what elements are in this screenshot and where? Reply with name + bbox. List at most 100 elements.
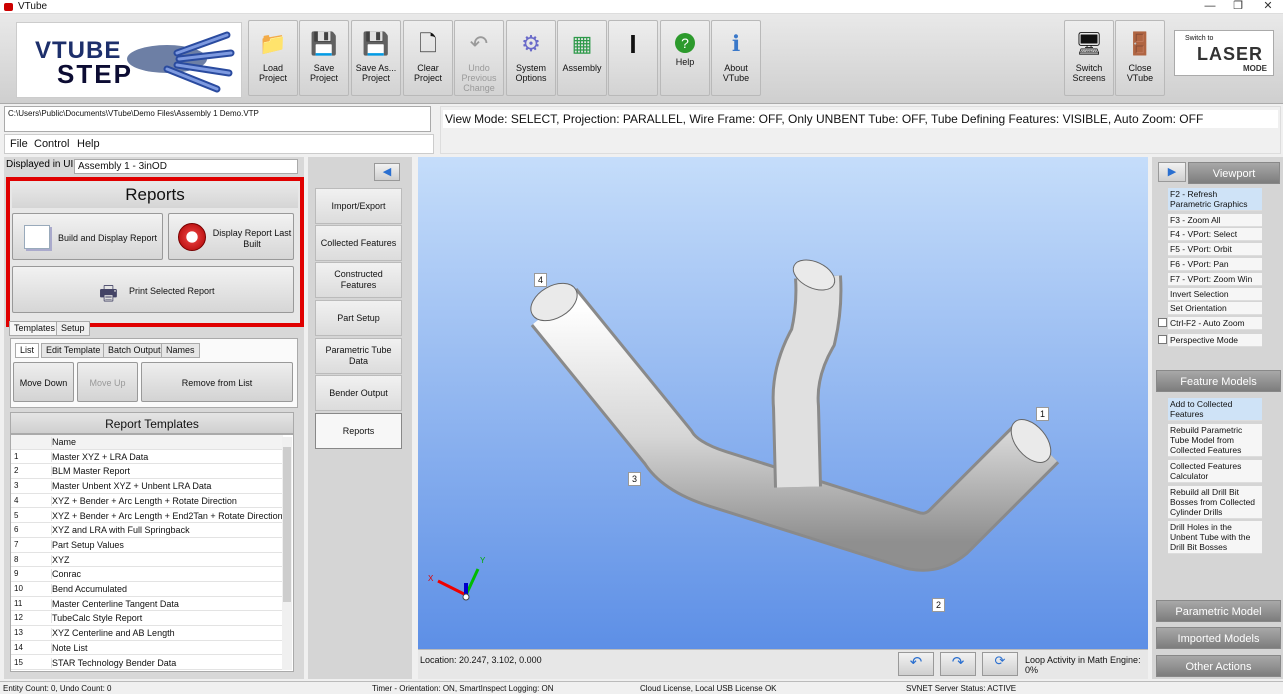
viewport-action[interactable]: F5 - VPort: Orbit <box>1168 243 1262 256</box>
maximize-button[interactable]: ❐ <box>1224 0 1252 14</box>
point-label-3[interactable]: 3 <box>628 472 642 486</box>
nav-item-5[interactable]: Bender Output <box>315 375 402 411</box>
other-actions-header[interactable]: Other Actions <box>1156 655 1281 677</box>
viewport-action[interactable]: F7 - VPort: Zoom Win <box>1168 273 1262 286</box>
viewport-action[interactable]: F6 - VPort: Pan <box>1168 258 1262 271</box>
viewport-action[interactable]: Set Orientation <box>1168 302 1262 315</box>
nav-item-6[interactable]: Reports <box>315 413 402 449</box>
toolbar-button-3[interactable]: 🗋 Clear Project <box>403 20 453 96</box>
viewport-action[interactable]: F3 - Zoom All <box>1168 214 1262 227</box>
table-row[interactable]: 13 XYZ Centerline and AB Length <box>11 626 283 641</box>
scroll-thumb[interactable] <box>283 447 291 602</box>
toolbar-right-button-1[interactable]: 🚪 Close VTube <box>1115 20 1165 96</box>
rotate-right-icon[interactable]: ↷ <box>940 652 976 676</box>
close-window-button[interactable]: ✕ <box>1254 0 1282 14</box>
display-report-last-label: Display Report Last Built <box>212 228 292 249</box>
toolbar-button-5[interactable]: ⚙ System Options <box>506 20 556 96</box>
nav-item-label: Import/Export <box>331 200 386 211</box>
table-row[interactable]: 6 XYZ and LRA with Full Springback <box>11 523 283 538</box>
project-path-field[interactable]: C:\Users\Public\Documents\VTube\Demo Fil… <box>4 106 431 132</box>
feature-model-action[interactable]: Drill Holes in the Unbent Tube with the … <box>1168 521 1262 554</box>
rotate-left-icon[interactable]: ↶ <box>898 652 934 676</box>
row-number: 3 <box>14 481 19 491</box>
toolbar-button-1[interactable]: 💾 Save Project <box>299 20 349 96</box>
nav-item-0[interactable]: Import/Export <box>315 188 402 224</box>
table-row[interactable]: 10 Bend Accumulated <box>11 582 283 597</box>
table-row[interactable]: 1 Master XYZ + LRA Data <box>11 450 283 465</box>
point-label-4[interactable]: 4 <box>534 273 548 287</box>
nav-item-3[interactable]: Part Setup <box>315 300 402 336</box>
table-row[interactable]: 3 Master Unbent XYZ + Unbent LRA Data <box>11 479 283 494</box>
logo-line2: STEP <box>57 59 133 89</box>
viewport-action[interactable]: Ctrl-F2 - Auto Zoom <box>1168 317 1262 330</box>
toolbar-button-0[interactable]: 📁 Load Project <box>248 20 298 96</box>
nav-item-1[interactable]: Collected Features <box>315 225 402 261</box>
feature-model-action[interactable]: Add to Collected Features <box>1168 398 1262 421</box>
checkbox[interactable] <box>1158 335 1167 344</box>
nav-item-4[interactable]: Parametric Tube Data <box>315 338 402 374</box>
build-display-report-button[interactable]: Build and Display Report <box>12 213 163 260</box>
toolbar-button-7[interactable]: I <box>608 20 658 96</box>
toolbar-right-button-0[interactable]: 🖥 Switch Screens <box>1064 20 1114 96</box>
feature-model-action[interactable]: Collected Features Calculator <box>1168 460 1262 483</box>
menu-file[interactable]: File <box>10 138 28 150</box>
toolbar-button-9[interactable]: ℹ About VTube <box>711 20 761 96</box>
point-label-2[interactable]: 2 <box>932 598 946 612</box>
display-report-last-built-button[interactable]: Display Report Last Built <box>168 213 294 260</box>
feature-model-action[interactable]: Rebuild all Drill Bit Bosses from Collec… <box>1168 486 1262 519</box>
svnet-status: SVNET Server Status: ACTIVE <box>906 684 1017 693</box>
displayed-assembly-field[interactable]: Assembly 1 - 3inOD <box>74 159 298 174</box>
expand-arrow-icon[interactable]: ▶ <box>1158 162 1186 182</box>
toolbar-button-4[interactable]: ↶ Undo Previous Change <box>454 20 504 96</box>
folder-icon: 📁 <box>259 31 287 56</box>
imported-models-header[interactable]: Imported Models <box>1156 627 1281 649</box>
3d-viewport[interactable]: 4 1 3 2 X Y <box>418 157 1148 649</box>
checkbox[interactable] <box>1158 318 1167 327</box>
tab-setup[interactable]: Setup <box>56 321 90 336</box>
window-title: VTube <box>18 1 48 12</box>
minimize-button[interactable]: — <box>1196 0 1224 14</box>
table-row[interactable]: 5 XYZ + Bender + Arc Length + End2Tan + R… <box>11 509 283 524</box>
toolbar-button-2[interactable]: 💾 Save As... Project <box>351 20 401 96</box>
table-row[interactable]: 7 Part Setup Values <box>11 538 283 553</box>
table-row[interactable]: 2 BLM Master Report <box>11 464 283 480</box>
table-row[interactable]: 8 XYZ <box>11 553 283 568</box>
viewport-action[interactable]: Perspective Mode <box>1168 334 1262 347</box>
table-row[interactable]: 15 STAR Technology Bender Data <box>11 656 283 671</box>
nav-item-2[interactable]: Constructed Features <box>315 262 402 298</box>
table-row[interactable]: 9 Conrac <box>11 567 283 582</box>
subtab-batch-output[interactable]: Batch Output <box>103 343 166 358</box>
menu-help[interactable]: Help <box>77 138 100 150</box>
print-selected-report-button[interactable]: 🖶 Print Selected Report <box>12 266 294 313</box>
tab-templates[interactable]: Templates <box>9 321 61 336</box>
menu-control[interactable]: Control <box>34 138 69 150</box>
remove-from-list-button[interactable]: Remove from List <box>141 362 293 402</box>
toolbar-button-6[interactable]: ▦ Assembly <box>557 20 607 96</box>
move-down-button[interactable]: Move Down <box>13 362 74 402</box>
table-row[interactable]: 4 XYZ + Bender + Arc Length + Rotate Dire… <box>11 494 283 509</box>
viewport-header[interactable]: Viewport <box>1188 162 1280 184</box>
switch-to-laser-mode-button[interactable]: Switch to LASER MODE <box>1174 30 1274 76</box>
subtab-list[interactable]: List <box>15 343 40 358</box>
parametric-model-header[interactable]: Parametric Model <box>1156 600 1281 622</box>
feature-model-action[interactable]: Rebuild Parametric Tube Model from Colle… <box>1168 424 1262 457</box>
nav-item-label: Bender Output <box>329 387 388 398</box>
collapse-arrow-icon[interactable]: ◀ <box>374 163 400 181</box>
table-row[interactable]: 11 Master Centerline Tangent Data <box>11 597 283 612</box>
table-row[interactable]: 14 Note List <box>11 641 283 656</box>
subtab-names[interactable]: Names <box>161 343 200 358</box>
row-number: 8 <box>14 554 19 564</box>
feature-models-header[interactable]: Feature Models <box>1156 370 1281 392</box>
viewport-action[interactable]: Invert Selection <box>1168 288 1262 301</box>
orbit-icon[interactable]: ⟳ <box>982 652 1018 676</box>
toolbar-button-8[interactable]: ? Help <box>660 20 710 96</box>
viewport-action[interactable]: F2 - Refresh Parametric Graphics <box>1168 188 1262 211</box>
table-row[interactable]: 12 TubeCalc Style Report <box>11 611 283 627</box>
move-up-button[interactable]: Move Up <box>77 362 138 402</box>
tube-model[interactable] <box>418 157 1148 649</box>
subtab-edit-template[interactable]: Edit Template <box>41 343 106 358</box>
name-column-header[interactable]: Name <box>51 437 76 447</box>
table-scrollbar[interactable] <box>282 437 292 670</box>
viewport-action[interactable]: F4 - VPort: Select <box>1168 228 1262 241</box>
point-label-1[interactable]: 1 <box>1036 407 1050 421</box>
